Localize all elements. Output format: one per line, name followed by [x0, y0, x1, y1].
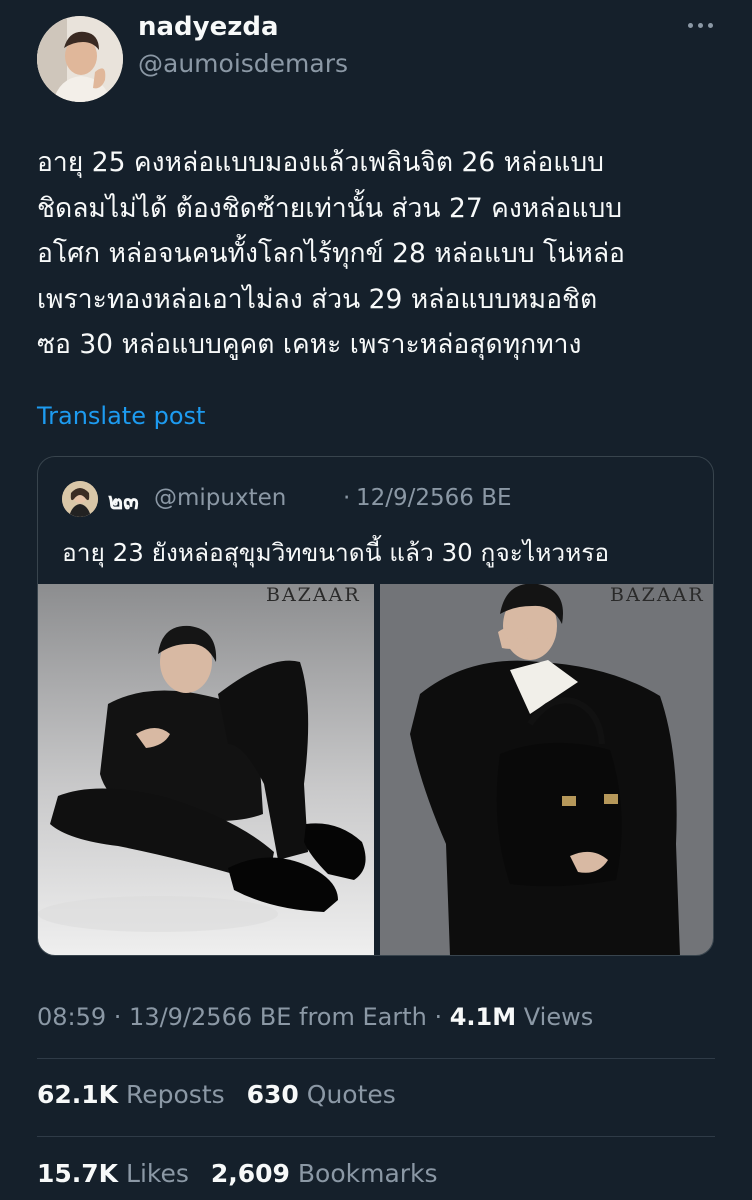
tweet-line: อโศก หล่อจนคนทั้งโลกไร้ทุกข์ 28 หล่อแบบ …: [37, 238, 625, 269]
tweet-line: ซอ 30 หล่อแบบคูคต เคหะ เพราะหล่อสุดทุกทา…: [37, 329, 582, 360]
stats-row-likes-bookmarks: 15.7K Likes 2,609 Bookmarks: [37, 1159, 438, 1188]
photo-seated-man: [38, 584, 374, 955]
author-handle[interactable]: @aumoisdemars: [138, 49, 348, 78]
divider: [37, 1136, 715, 1137]
quoted-photo-2[interactable]: BAZAAR: [380, 584, 713, 955]
tweet-text: อายุ 25 คงหล่อแบบมองแล้วเพลินจิต 26 หล่อ…: [37, 140, 727, 368]
quoted-date[interactable]: 12/9/2566 BE: [356, 485, 512, 511]
avatar-image: [37, 16, 123, 102]
bookmarks-label: Bookmarks: [297, 1159, 438, 1188]
quotes-label: Quotes: [306, 1080, 396, 1109]
more-options-icon[interactable]: [680, 10, 720, 40]
quoted-author-name[interactable]: ๒๓: [108, 484, 139, 520]
tweet-meta: 08:59 · 13/9/2566 BE from Earth · 4.1M V…: [37, 1003, 593, 1031]
tweet-line: ชิดลมไม่ได้ ต้องชิดซ้ายเท่านั้น ส่วน 27 …: [37, 192, 623, 224]
likes-count: 15.7K: [37, 1159, 119, 1188]
photo-standing-man-with-bag: [380, 584, 713, 955]
divider: [37, 1058, 715, 1059]
tweet-line: อายุ 25 คงหล่อแบบมองแล้วเพลินจิต 26 หล่อ…: [37, 147, 604, 178]
quoted-author-handle[interactable]: @mipuxten: [154, 485, 286, 511]
reposts-label: Reposts: [126, 1080, 225, 1109]
quoted-photo-1[interactable]: BAZAAR: [38, 584, 374, 955]
likes-label: Likes: [126, 1159, 189, 1188]
quoted-text: อายุ 23 ยังหล่อสุขุมวิทขนาดนี้ แล้ว 30 ก…: [62, 538, 610, 567]
quoted-author-avatar[interactable]: [62, 481, 98, 517]
quoted-avatar-image: [62, 481, 98, 517]
likes-stat[interactable]: 15.7K Likes: [37, 1159, 189, 1188]
author-avatar[interactable]: [37, 16, 123, 102]
views-label: Views: [523, 1003, 594, 1031]
reposts-stat[interactable]: 62.1K Reposts: [37, 1080, 225, 1109]
quotes-count: 630: [246, 1080, 299, 1109]
translate-post-link[interactable]: Translate post: [37, 402, 205, 430]
magazine-logo: BAZAAR: [610, 584, 705, 606]
views-count: 4.1M: [449, 1003, 517, 1031]
stats-row-reposts-quotes: 62.1K Reposts 630 Quotes: [37, 1080, 396, 1109]
quoted-tweet-card[interactable]: ๒๓ @mipuxten · 12/9/2566 BE อายุ 23 ยังห…: [37, 456, 714, 956]
reposts-count: 62.1K: [37, 1080, 119, 1109]
tweet-timestamp[interactable]: 08:59 · 13/9/2566 BE from Earth ·: [37, 1003, 442, 1031]
quotes-stat[interactable]: 630 Quotes: [247, 1080, 396, 1109]
bookmarks-count: 2,609: [210, 1159, 290, 1188]
tweet-line: เพราะทองหล่อเอาไม่ลง ส่วน 29 หล่อแบบหมอช…: [37, 283, 598, 315]
bookmarks-stat[interactable]: 2,609 Bookmarks: [211, 1159, 438, 1188]
author-display-name[interactable]: nadyezda: [138, 12, 279, 42]
quoted-separator: ·: [343, 485, 351, 511]
magazine-logo: BAZAAR: [266, 584, 361, 606]
